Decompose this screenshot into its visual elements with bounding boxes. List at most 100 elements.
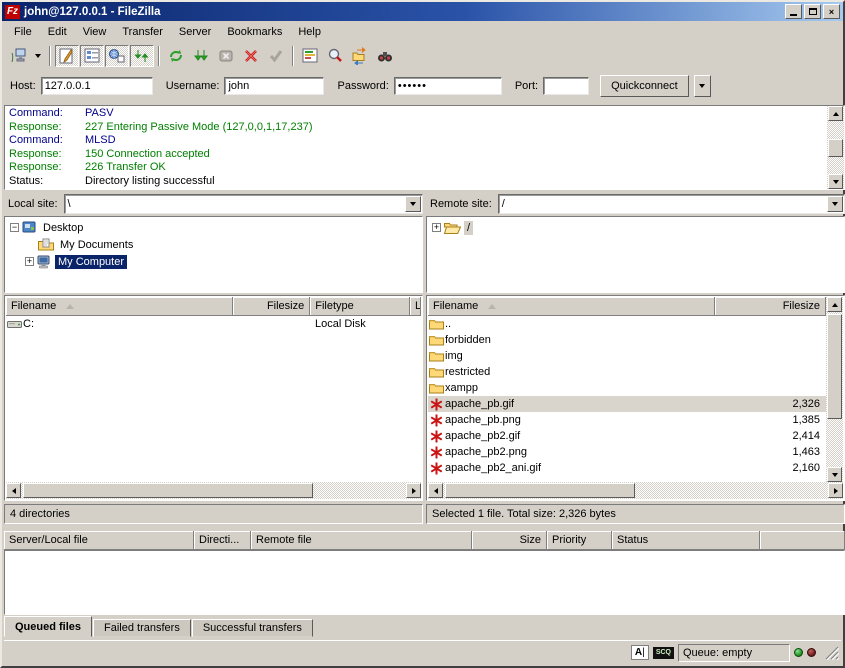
column-header-size[interactable]: Size <box>472 531 547 550</box>
message-log: Command:PASV Response:227 Entering Passi… <box>4 105 845 190</box>
menu-server[interactable]: Server <box>171 24 219 40</box>
directory-swap-button[interactable] <box>348 45 372 67</box>
menu-view[interactable]: View <box>75 24 115 40</box>
log-vertical-scrollbar[interactable] <box>827 106 844 189</box>
scrollbar-thumb[interactable] <box>827 314 842 419</box>
tab-failed-transfers[interactable]: Failed transfers <box>93 619 191 637</box>
column-header-filesize[interactable]: Filesize <box>233 297 310 316</box>
my-computer-icon <box>37 255 52 269</box>
file-row[interactable]: xampp <box>428 380 826 396</box>
remote-site-dropdown[interactable] <box>827 196 843 212</box>
file-row[interactable]: apache_pb2.gif 2,414 <box>428 428 826 444</box>
column-header-status[interactable]: Status <box>612 531 760 550</box>
queue-body[interactable] <box>4 550 845 615</box>
local-horizontal-scrollbar[interactable] <box>6 482 421 499</box>
chevron-down-icon <box>35 54 41 58</box>
password-input[interactable] <box>394 77 502 95</box>
menu-file[interactable]: File <box>6 24 40 40</box>
quickconnect-dropdown[interactable] <box>694 75 711 97</box>
file-row[interactable]: .. <box>428 316 826 332</box>
tab-queued-files[interactable]: Queued files <box>4 616 92 637</box>
port-input[interactable] <box>543 77 589 95</box>
synchronized-browsing-button[interactable] <box>323 45 347 67</box>
scroll-up-button[interactable] <box>827 297 842 312</box>
column-header-direction[interactable]: Directi... <box>194 531 251 550</box>
message-log-icon <box>58 47 76 65</box>
file-row[interactable]: apache_pb.png 1,385 <box>428 412 826 428</box>
site-manager-button[interactable] <box>6 45 30 67</box>
file-name: restricted <box>445 366 718 378</box>
file-row[interactable]: C: Local Disk <box>6 316 421 332</box>
tree-item-my-documents[interactable]: My Documents <box>5 236 422 253</box>
tab-successful-transfers[interactable]: Successful transfers <box>192 619 313 637</box>
toggle-local-tree-button[interactable] <box>80 45 104 67</box>
username-input[interactable] <box>224 77 324 95</box>
remote-horizontal-scrollbar[interactable] <box>428 482 843 499</box>
site-manager-dropdown[interactable] <box>31 45 45 67</box>
menu-edit[interactable]: Edit <box>40 24 75 40</box>
file-row[interactable]: forbidden <box>428 332 826 348</box>
column-header-filesize[interactable]: Filesize <box>715 297 826 316</box>
file-row[interactable]: img <box>428 348 826 364</box>
toolbar-separator <box>158 46 160 66</box>
file-row[interactable]: restricted <box>428 364 826 380</box>
tree-item-my-computer[interactable]: + My Computer <box>5 253 422 270</box>
column-header-lastmodified[interactable]: L <box>410 297 421 316</box>
transfer-type-icon[interactable]: A| <box>631 645 649 660</box>
local-site-combo[interactable]: \ <box>64 194 423 214</box>
process-queue-button[interactable] <box>189 45 213 67</box>
toggle-remote-tree-button[interactable] <box>105 45 129 67</box>
scroll-down-button[interactable] <box>827 467 842 482</box>
file-row[interactable]: apache_pb2_ani.gif 2,160 <box>428 460 826 476</box>
scroll-up-button[interactable] <box>828 106 843 121</box>
file-row-selected[interactable]: apache_pb.gif 2,326 <box>428 396 826 412</box>
host-input[interactable] <box>41 77 153 95</box>
menu-help[interactable]: Help <box>290 24 329 40</box>
file-row[interactable]: apache_pb2.png 1,463 <box>428 444 826 460</box>
scrollbar-thumb[interactable] <box>445 483 635 498</box>
remote-site-combo[interactable]: / <box>498 194 845 214</box>
scroll-left-button[interactable] <box>428 483 443 498</box>
toggle-queue-button[interactable] <box>130 45 154 67</box>
refresh-button[interactable] <box>164 45 188 67</box>
column-header-server-local-file[interactable]: Server/Local file <box>4 531 194 550</box>
resize-grip[interactable] <box>824 645 839 660</box>
column-header-filename[interactable]: Filename <box>428 297 715 316</box>
scroll-right-button[interactable] <box>406 483 421 498</box>
menu-transfer[interactable]: Transfer <box>114 24 171 40</box>
remote-vertical-scrollbar[interactable] <box>826 297 843 482</box>
cancel-button[interactable] <box>214 45 238 67</box>
activity-led-green-icon <box>794 648 803 657</box>
tree-item-root[interactable]: + / <box>427 219 844 236</box>
expand-icon[interactable]: + <box>25 257 34 266</box>
collapse-icon[interactable]: − <box>10 223 19 232</box>
speedlimit-badge-icon[interactable]: SCQ <box>653 647 674 659</box>
scrollbar-thumb[interactable] <box>23 483 313 498</box>
toggle-message-log-button[interactable] <box>55 45 79 67</box>
local-list-body: C: Local Disk <box>6 316 421 482</box>
find-files-button[interactable] <box>373 45 397 67</box>
file-name: forbidden <box>445 334 718 346</box>
column-header-remote-file[interactable]: Remote file <box>251 531 472 550</box>
log-line: Status:Directory listing successful <box>9 175 827 189</box>
close-button[interactable]: × <box>823 4 840 19</box>
maximize-button[interactable] <box>804 4 821 19</box>
title-bar[interactable]: Fz john@127.0.0.1 - FileZilla × <box>2 2 843 21</box>
directory-comparison-button[interactable] <box>298 45 322 67</box>
column-header-filetype[interactable]: Filetype <box>310 297 410 316</box>
menu-bookmarks[interactable]: Bookmarks <box>219 24 290 40</box>
scroll-left-button[interactable] <box>6 483 21 498</box>
column-header-filename[interactable]: Filename <box>6 297 233 316</box>
tree-item-desktop[interactable]: − Desktop <box>5 219 422 236</box>
scrollbar-thumb[interactable] <box>828 139 843 157</box>
reconnect-button[interactable] <box>264 45 288 67</box>
expand-icon[interactable]: + <box>432 223 441 232</box>
local-site-dropdown[interactable] <box>405 196 421 212</box>
quickconnect-button[interactable]: Quickconnect <box>600 75 689 97</box>
scroll-right-button[interactable] <box>828 483 843 498</box>
minimize-button[interactable] <box>785 4 802 19</box>
scroll-down-button[interactable] <box>828 174 843 189</box>
column-header-priority[interactable]: Priority <box>547 531 612 550</box>
disconnect-button[interactable] <box>239 45 263 67</box>
file-size: 2,326 <box>718 398 826 410</box>
